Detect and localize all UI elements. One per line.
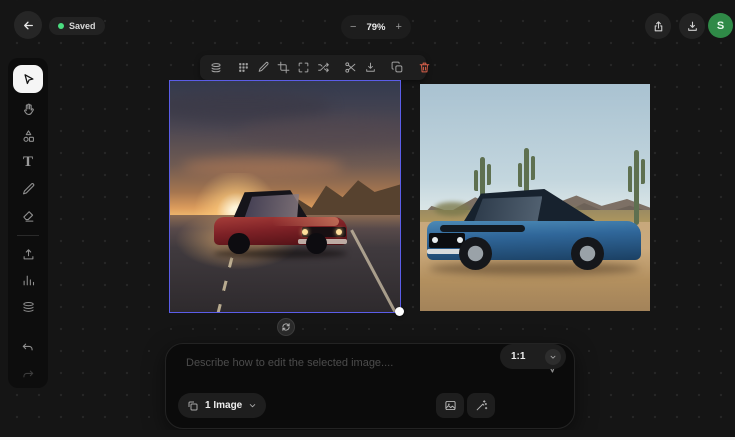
frames-icon	[187, 400, 199, 412]
car-headlight	[432, 236, 439, 243]
text-tool-button[interactable]: T	[14, 150, 42, 175]
red-muscle-car	[213, 187, 348, 258]
shuffle-icon[interactable]	[317, 61, 330, 74]
resize-handle[interactable]	[395, 307, 404, 316]
grid-icon[interactable]	[237, 61, 250, 74]
prompt-input[interactable]	[186, 357, 516, 391]
eraser-tool-button[interactable]	[14, 204, 42, 229]
redo-button[interactable]	[14, 361, 42, 386]
shapes-icon	[21, 129, 36, 144]
select-tool-button[interactable]	[13, 65, 43, 94]
undo-button[interactable]	[14, 335, 42, 360]
reference-image-button[interactable]	[436, 393, 464, 418]
bottom-bar	[0, 430, 735, 437]
saved-status-badge: Saved	[49, 17, 105, 35]
text-tool-icon: T	[22, 154, 33, 171]
chart-tool-button[interactable]	[14, 269, 42, 294]
stack-icon[interactable]	[209, 61, 223, 75]
duplicate-icon[interactable]	[391, 61, 404, 74]
export-image-icon[interactable]	[364, 61, 377, 74]
cursor-icon	[21, 72, 36, 87]
download-button[interactable]	[679, 13, 705, 39]
back-button[interactable]	[14, 11, 42, 39]
car-headlight	[456, 236, 463, 243]
pen-tool-button[interactable]	[14, 177, 42, 202]
redo-icon	[21, 367, 35, 381]
car-wheel	[228, 232, 250, 255]
aspect-ratio-dropdown[interactable]: 1:1	[500, 344, 566, 369]
car-hood-scoop	[439, 224, 526, 233]
canvas-image-sunset-car[interactable]	[169, 80, 401, 313]
regenerate-button[interactable]	[277, 318, 295, 336]
zoom-out-button[interactable]: −	[350, 21, 356, 33]
zoom-level[interactable]: 79%	[366, 22, 385, 33]
chevron-down-icon	[248, 401, 257, 410]
canvas-image-blue-mustang[interactable]	[420, 84, 650, 311]
delete-icon[interactable]	[418, 61, 431, 74]
aspect-ratio-label: 1:1	[511, 351, 526, 362]
chart-icon	[21, 273, 36, 288]
share-button[interactable]	[645, 13, 671, 39]
layers-icon	[21, 300, 36, 315]
tool-sidebar: T	[8, 58, 48, 388]
saved-label: Saved	[69, 21, 96, 31]
expand-icon[interactable]	[297, 61, 310, 74]
image-count-label: 1 Image	[205, 400, 243, 411]
sidebar-divider	[17, 235, 39, 236]
car-wheel	[458, 236, 493, 271]
draw-icon[interactable]	[257, 61, 270, 74]
upload-icon	[21, 247, 36, 262]
share-icon	[652, 20, 665, 33]
back-arrow-icon	[22, 19, 35, 32]
undo-icon	[21, 340, 35, 354]
car-hood-highlight	[272, 216, 340, 227]
scissors-icon[interactable]	[344, 61, 357, 74]
saved-green-dot-icon	[58, 23, 64, 29]
hand-tool-button[interactable]	[14, 97, 42, 122]
blue-mustang-car	[426, 186, 641, 276]
zoom-in-button[interactable]: +	[396, 21, 402, 33]
prompt-bar: 1 Image 1:1	[165, 343, 575, 429]
zoom-control: − 79% +	[341, 15, 411, 39]
car-shadow	[429, 261, 639, 276]
download-icon	[686, 20, 699, 33]
upload-tool-button[interactable]	[14, 242, 42, 267]
eraser-icon	[21, 208, 36, 223]
refresh-icon	[281, 322, 291, 332]
selection-toolbar	[200, 55, 430, 80]
crop-icon[interactable]	[277, 61, 290, 74]
hand-icon	[21, 102, 36, 117]
enhance-button[interactable]	[467, 393, 495, 418]
image-count-dropdown[interactable]: 1 Image	[178, 393, 267, 418]
shapes-tool-button[interactable]	[14, 124, 42, 149]
avatar[interactable]: S	[708, 13, 733, 38]
pen-icon	[21, 182, 36, 197]
chevron-down-icon	[545, 348, 561, 365]
layers-tool-button[interactable]	[14, 295, 42, 320]
magic-wand-icon	[475, 399, 488, 412]
image-icon	[444, 399, 457, 412]
